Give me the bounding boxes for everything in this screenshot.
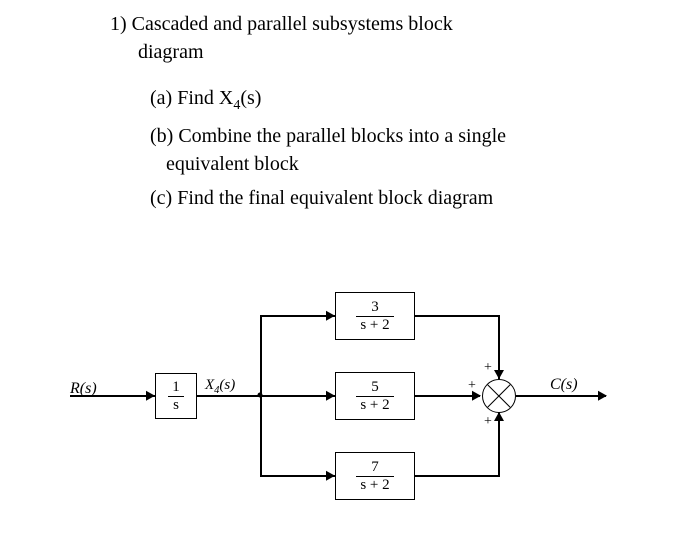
arrow-bot-in <box>326 471 335 481</box>
arrow-mid-in <box>326 391 335 401</box>
question-number: 1) <box>110 13 127 35</box>
sum-sign-mid: + <box>468 378 476 394</box>
part-c-text: Find the final equivalent block diagram <box>172 187 493 209</box>
part-c: (c) Find the final equivalent block diag… <box>110 184 610 212</box>
question-title: 1) Cascaded and parallel subsystems bloc… <box>110 10 610 38</box>
block-diagram: R(s) 1 s X4(s) 3 s + 2 5 s + 2 <box>70 280 630 510</box>
wire-mid-in <box>260 395 335 397</box>
arrow-top-in <box>326 311 335 321</box>
wire-input <box>70 395 155 397</box>
g0-num: 1 <box>168 379 184 397</box>
wire-output <box>516 395 606 397</box>
wire-top-in <box>260 315 335 317</box>
arrow-bot-into-sum <box>494 412 504 421</box>
part-a-text2: (s) <box>240 87 261 109</box>
wire-bot-in <box>260 475 335 477</box>
summing-junction <box>482 379 516 413</box>
part-b-line1: Combine the parallel blocks into a singl… <box>173 125 506 147</box>
g0-den: s <box>168 397 184 414</box>
mid-num: 5 <box>356 379 393 397</box>
block-bot: 7 s + 2 <box>335 452 415 500</box>
part-b-line2: equivalent block <box>110 150 610 178</box>
arrow-output <box>598 391 607 401</box>
arrow-top-into-sum <box>494 370 504 379</box>
bot-den: s + 2 <box>356 477 393 494</box>
bot-num: 7 <box>356 459 393 477</box>
mid-signal-label: X4(s) <box>205 377 235 396</box>
part-b: (b) Combine the parallel blocks into a s… <box>110 122 610 150</box>
sum-sign-bot: + <box>484 414 492 430</box>
block-g0: 1 s <box>155 373 197 419</box>
part-a-text1: Find X <box>172 87 233 109</box>
part-b-prefix: (b) <box>150 125 173 147</box>
block-mid: 5 s + 2 <box>335 372 415 420</box>
output-label: C(s) <box>550 376 578 394</box>
wire-vmerge-bot <box>498 412 500 475</box>
part-c-prefix: (c) <box>150 187 172 209</box>
block-top: 3 s + 2 <box>335 292 415 340</box>
title-line2: diagram <box>110 38 610 66</box>
part-a-prefix: (a) <box>150 87 172 109</box>
wire-g0-out <box>197 395 260 397</box>
wire-top-out <box>415 315 500 317</box>
top-den: s + 2 <box>356 317 393 334</box>
wire-bot-out <box>415 475 500 477</box>
sum-sign-top: + <box>484 360 492 376</box>
mid-den: s + 2 <box>356 397 393 414</box>
question-text: 1) Cascaded and parallel subsystems bloc… <box>110 10 610 212</box>
title-line1: Cascaded and parallel subsystems block <box>132 13 453 35</box>
arrow-into-g0 <box>146 391 155 401</box>
top-num: 3 <box>356 299 393 317</box>
wire-mid-out <box>415 395 480 397</box>
part-a: (a) Find X4(s) <box>110 84 610 116</box>
